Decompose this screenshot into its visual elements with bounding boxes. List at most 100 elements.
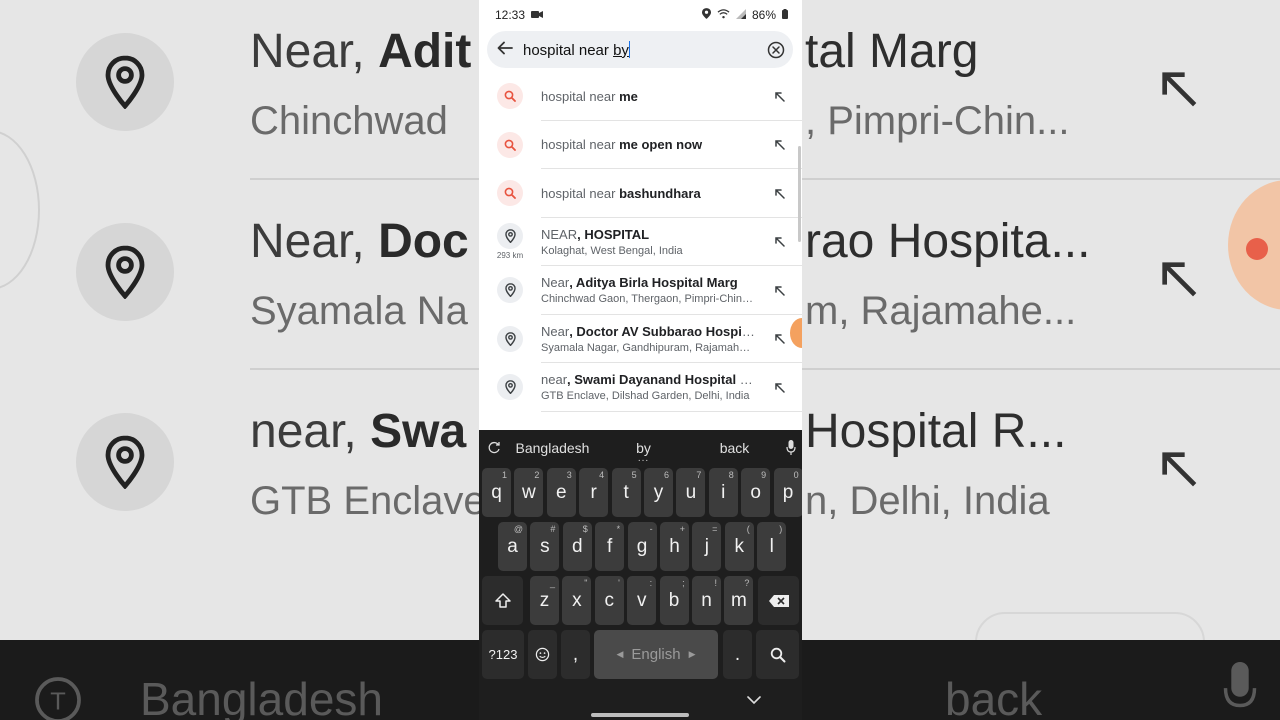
- key-g[interactable]: g-: [627, 522, 657, 571]
- fill-query-arrow-icon[interactable]: [756, 139, 802, 150]
- suggestion-leading: [479, 277, 541, 304]
- fill-query-arrow-icon[interactable]: [756, 285, 802, 296]
- bg-result-title-right: tal Marg: [805, 25, 979, 78]
- key-q[interactable]: q1: [482, 468, 511, 517]
- shift-key[interactable]: [482, 576, 523, 625]
- space-left-arrow-icon: ◀: [616, 649, 624, 659]
- key-s[interactable]: s #: [530, 522, 560, 571]
- key-b[interactable]: b;: [659, 576, 689, 625]
- key-v[interactable]: v:: [627, 576, 657, 625]
- signal-icon: [735, 8, 746, 22]
- keyboard-suggestion-3[interactable]: back: [689, 440, 780, 456]
- keyboard-suggestion-1[interactable]: Bangladesh: [507, 440, 598, 456]
- key-z[interactable]: z _: [530, 576, 559, 625]
- bg-result-subtitle-right: m, Rajamahe...: [805, 289, 1077, 333]
- key-m-label: m: [730, 589, 747, 611]
- key-f[interactable]: f *: [595, 522, 625, 571]
- suggestion-item[interactable]: hospital near me open now: [479, 121, 802, 169]
- key-j[interactable]: j =: [692, 522, 722, 571]
- key-w[interactable]: w2: [514, 468, 544, 517]
- hide-keyboard-chevron-icon[interactable]: [747, 692, 761, 710]
- location-icon: [701, 8, 711, 22]
- search-query-prefix: hospital near: [523, 41, 614, 59]
- key-r[interactable]: r4: [579, 468, 609, 517]
- suggestion-title: Near, Doctor AV Subbarao Hospital Road: [541, 323, 756, 339]
- key-e[interactable]: e3: [546, 468, 576, 517]
- bg-result-subtitle-right: n, Delhi, India: [805, 479, 1050, 523]
- key-c[interactable]: c ': [594, 576, 624, 625]
- key-y[interactable]: y6: [644, 468, 673, 517]
- back-arrow-icon[interactable]: [487, 39, 523, 60]
- key-l[interactable]: l): [757, 522, 787, 571]
- key-hint: ': [618, 578, 620, 588]
- suggestion-item[interactable]: Near, Aditya Birla Hospital Marg Chinchw…: [479, 266, 802, 315]
- key-hint: _: [549, 578, 555, 588]
- keyboard-refresh-icon[interactable]: [481, 441, 507, 455]
- fill-query-arrow-icon[interactable]: [756, 236, 802, 247]
- list-scrollbar[interactable]: [798, 146, 801, 242]
- home-gesture-handle[interactable]: [591, 713, 689, 717]
- status-bar: 12:33 86%: [479, 0, 802, 30]
- key-x[interactable]: x ": [562, 576, 592, 625]
- key-a-label: a: [507, 535, 518, 557]
- key-o-label: o: [750, 481, 761, 503]
- key-p[interactable]: p0: [773, 468, 802, 517]
- key-u[interactable]: u7: [676, 468, 706, 517]
- suggestion-leading: [479, 131, 541, 158]
- key-hint: +: [679, 524, 685, 534]
- suggestion-title: near, Swami Dayanand Hospital Road: [541, 372, 756, 388]
- bg-mic-icon: [1222, 662, 1258, 720]
- key-u-label: u: [685, 481, 697, 503]
- key-s-label: s: [540, 535, 550, 557]
- key-q-label: q: [491, 481, 502, 503]
- search-input[interactable]: hospital near by: [523, 40, 759, 59]
- fill-query-arrow-icon[interactable]: [756, 382, 802, 393]
- search-bar[interactable]: hospital near by: [487, 31, 793, 68]
- keyboard-suggestion-2[interactable]: by: [598, 440, 689, 456]
- key-o[interactable]: o9: [741, 468, 771, 517]
- key-hint: *: [616, 524, 621, 534]
- key-b-label: b: [668, 589, 680, 611]
- bg-result-subtitle-right: , Pimpri-Chin...: [805, 99, 1070, 143]
- period-key-label: .: [734, 643, 741, 665]
- key-a[interactable]: a @: [498, 522, 527, 571]
- key-d[interactable]: d $: [562, 522, 592, 571]
- backspace-key[interactable]: [758, 576, 799, 625]
- suggestion-item[interactable]: Near, Doctor AV Subbarao Hospital Road S…: [479, 315, 802, 363]
- suggestion-item[interactable]: hospital near me: [479, 72, 802, 121]
- fill-query-arrow-icon[interactable]: [756, 188, 802, 199]
- suggestion-item[interactable]: hospital near bashundhara: [479, 169, 802, 218]
- key-t[interactable]: t5: [611, 468, 641, 517]
- suggestion-item[interactable]: near, Swami Dayanand Hospital Road GTB E…: [479, 363, 802, 412]
- fill-query-arrow-icon[interactable]: [756, 91, 802, 102]
- key-k[interactable]: k(: [724, 522, 754, 571]
- symbols-key[interactable]: ?123: [482, 630, 524, 679]
- space-key[interactable]: ◀ English ▶: [594, 630, 718, 679]
- suggestion-title: Near, Aditya Birla Hospital Marg: [541, 275, 738, 291]
- key-w-label: w: [522, 481, 536, 503]
- key-h[interactable]: h +: [660, 522, 689, 571]
- key-hint: 7: [696, 470, 702, 480]
- comma-key-label: ,: [572, 643, 579, 665]
- key-i[interactable]: i8: [708, 468, 738, 517]
- suggestion-title: NEAR, HOSPITAL: [541, 226, 650, 242]
- emoji-key[interactable]: [528, 630, 557, 679]
- bg-place-pin-icon: [76, 223, 174, 321]
- clear-search-icon[interactable]: [759, 41, 793, 59]
- bg-kb-suggestion-left: Bangladesh: [140, 673, 383, 720]
- keyboard-suggestion-strip: Bangladesh by back: [479, 430, 802, 466]
- key-hint: 3: [566, 470, 572, 480]
- key-v-label: v: [636, 589, 647, 611]
- suggestion-text: Near, Aditya Birla Hospital Marg Chinchw…: [541, 275, 756, 305]
- microphone-icon[interactable]: [780, 440, 802, 456]
- key-c-label: c: [604, 589, 615, 611]
- suggestion-item[interactable]: 293 km NEAR, HOSPITAL Kolaghat, West Ben…: [479, 218, 802, 266]
- comma-key[interactable]: ,: [561, 630, 590, 679]
- search-action-key[interactable]: [756, 630, 799, 679]
- key-n[interactable]: n!: [692, 576, 721, 625]
- symbols-key-label: ?123: [488, 647, 518, 662]
- bg-fill-arrow-icon: [1158, 442, 1198, 500]
- key-hint: ?: [744, 578, 750, 588]
- key-m[interactable]: m?: [724, 576, 754, 625]
- period-key[interactable]: .: [723, 630, 752, 679]
